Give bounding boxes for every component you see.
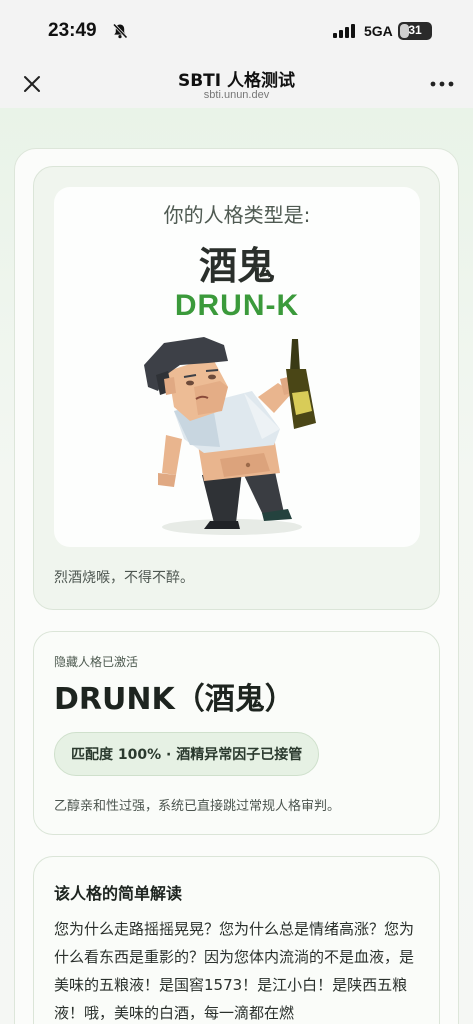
status-bar: 23:49 5GA 31 (0, 0, 473, 60)
interpretation-body: 您为什么走路摇摇晃晃？您为什么总是情绪高涨？您为什么看东西是重影的？因为您体内流… (54, 920, 415, 1022)
hidden-description: 乙醇亲和性过强，系统已直接跳过常规人格审判。 (54, 799, 341, 814)
result-type-code: DRUN-K (174, 289, 300, 322)
drunk-man-illustration (144, 337, 316, 535)
result-card: 你的人格类型是: 酒鬼 DRUN-K 烈酒烧喉，不得不醉。 (33, 166, 440, 610)
page-url: sbti.unun.dev (203, 89, 270, 101)
battery-percent: 31 (408, 23, 422, 37)
bell-off-icon (112, 23, 128, 39)
hidden-personality-card: 隐藏人格已激活 DRUNK（酒鬼） 匹配度 100% · 酒精异常因子已接管 乙… (33, 631, 440, 835)
hidden-label: 隐藏人格已激活 (54, 655, 139, 669)
network-type: 5GA (364, 23, 393, 39)
signal-icon (333, 24, 355, 38)
result-panel: 你的人格类型是: 酒鬼 DRUN-K (54, 187, 420, 547)
page-title: SBTI 人格测试 (177, 71, 296, 91)
nav-bar: SBTI 人格测试 sbti.unun.dev (0, 60, 473, 108)
result-label: 你的人格类型是: (163, 203, 311, 227)
match-badge: 匹配度 100% · 酒精异常因子已接管 (54, 732, 320, 776)
result-tagline: 烈酒烧喉，不得不醉。 (54, 570, 194, 586)
status-time: 23:49 (48, 20, 97, 41)
more-icon (430, 81, 454, 87)
battery-icon: 31 (398, 22, 432, 40)
interpretation-title: 该人格的简单解读 (54, 884, 183, 903)
web-content[interactable]: 你的人格类型是: 酒鬼 DRUN-K 烈酒烧喉，不得不醉。 隐藏人格已激活 DR… (0, 108, 473, 1024)
more-button[interactable] (428, 70, 456, 98)
result-type-cn: 酒鬼 (198, 244, 275, 288)
interpretation-card: 该人格的简单解读 您为什么走路摇摇晃晃？您为什么总是情绪高涨？您为什么看东西是重… (33, 856, 440, 1024)
hidden-title: DRUNK（酒鬼） (54, 682, 295, 717)
